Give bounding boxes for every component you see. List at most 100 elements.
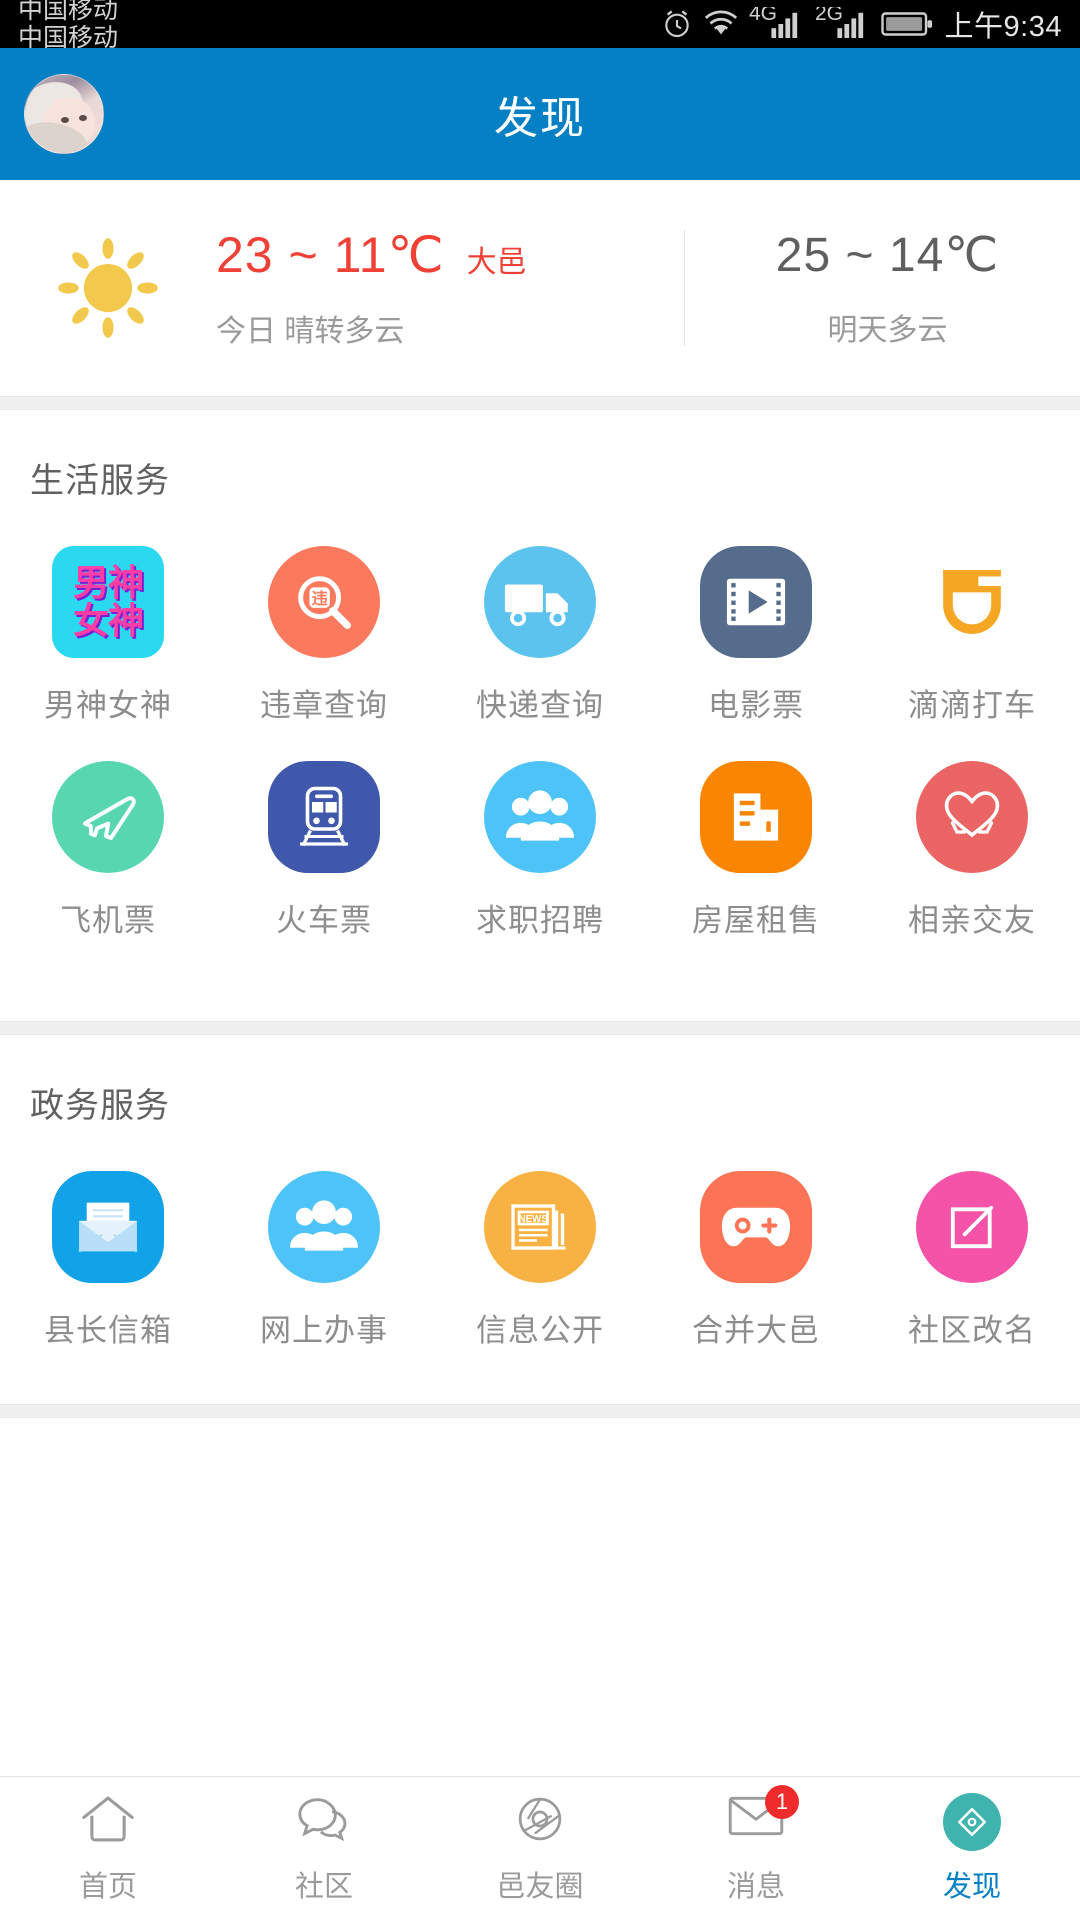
svg-text:4G: 4G (749, 7, 777, 25)
service-item-house-rental[interactable]: 房屋租售 (648, 735, 864, 950)
chat-bubbles-icon (295, 1793, 353, 1851)
service-item-community-rename[interactable]: 社区改名 (864, 1145, 1080, 1360)
svg-text:2G: 2G (815, 7, 843, 25)
newspaper-icon: NEWS (484, 1171, 596, 1283)
service-item-delivery-search[interactable]: 快递查询 (432, 520, 648, 735)
service-label: 电影票 (708, 688, 804, 723)
message-badge: 1 (765, 1784, 799, 1819)
service-item-online-affairs[interactable]: 网上办事 (216, 1145, 432, 1360)
people-group-icon (268, 1171, 380, 1283)
wifi-icon (704, 10, 737, 35)
weather-today: 23 ~ 11℃ 大邑 今日 晴转多云 (216, 226, 676, 350)
male-female-god-icon: 男神 女神 (52, 546, 164, 658)
avatar[interactable] (24, 74, 104, 154)
bottom-tab-bar: 首页 社区 邑友圈 1 消息 发现 (0, 1776, 1080, 1920)
train-icon (268, 761, 380, 873)
svg-text:NEWS: NEWS (519, 1214, 549, 1225)
service-item-train-ticket[interactable]: 火车票 (216, 735, 432, 950)
status-icons: 4G 2G 上午9:34 (661, 3, 1062, 45)
heart-hands-icon (916, 761, 1028, 873)
service-label: 违章查询 (260, 688, 388, 723)
life-services-grid: 男神 女神 男神女神 违 违章查询 快递查询 电影票 滴滴打车 飞机票 火车票 … (0, 508, 1080, 984)
service-item-violation-search[interactable]: 违 违章查询 (216, 520, 432, 735)
service-label: 滴滴打车 (908, 688, 1036, 723)
tab-home[interactable]: 首页 (0, 1777, 216, 1920)
section-gap-3 (0, 1404, 1080, 1418)
envelope-mail-icon (52, 1171, 164, 1283)
edit-square-icon (916, 1171, 1028, 1283)
mfg-text-bottom: 女神 (72, 600, 144, 641)
section-gap-1 (0, 396, 1080, 410)
compass-diamond-icon (943, 1792, 1001, 1851)
tomorrow-description: 明天多云 (827, 314, 948, 347)
section-gap-2 (0, 1021, 1080, 1035)
tab-label: 发现 (942, 1870, 1001, 1903)
home-icon (79, 1793, 137, 1851)
people-group-icon (484, 761, 596, 873)
sun-icon (0, 233, 216, 343)
service-label: 求职招聘 (476, 903, 604, 938)
violation-search-icon: 违 (268, 546, 380, 658)
alarm-icon (664, 10, 689, 38)
service-item-job-recruitment[interactable]: 求职招聘 (432, 735, 648, 950)
service-item-merge-dayi[interactable]: 合并大邑 (648, 1145, 864, 1360)
delivery-truck-icon (484, 546, 596, 658)
film-strip-icon (700, 546, 812, 658)
section-gov-services: 政务服务 县长信箱 网上办事 NEWS 信息公开 合并大邑 社区改名 (0, 1036, 1080, 1394)
envelope-icon: 1 (727, 1784, 799, 1851)
status-clock: 上午9:34 (944, 11, 1062, 43)
gamepad-icon (700, 1171, 812, 1283)
today-description: 今日 晴转多云 (216, 315, 405, 348)
battery-icon (880, 12, 932, 36)
app-root: 中国移动 中国移动 4G 2G 上午9:34 发现 23 ~ 11℃ 大邑 今日… (0, 0, 1080, 1920)
svg-text:违: 违 (312, 590, 328, 608)
tab-label: 社区 (294, 1870, 353, 1903)
status-bar: 中国移动 中国移动 4G 2G 上午9:34 (0, 0, 1080, 51)
service-label: 相亲交友 (908, 903, 1036, 938)
service-label: 网上办事 (260, 1313, 388, 1348)
service-item-movie-ticket[interactable]: 电影票 (648, 520, 864, 735)
service-item-dating[interactable]: 相亲交友 (864, 735, 1080, 950)
gov-services-grid: 县长信箱 网上办事 NEWS 信息公开 合并大邑 社区改名 (0, 1133, 1080, 1394)
tab-label: 首页 (78, 1870, 137, 1903)
building-icon (700, 761, 812, 873)
weather-city: 大邑 (466, 246, 527, 279)
tab-label: 邑友圈 (496, 1870, 584, 1903)
aperture-icon (511, 1793, 569, 1851)
tab-friends-circle[interactable]: 邑友圈 (432, 1777, 648, 1920)
today-temperature: 23 ~ 11℃ (216, 227, 445, 283)
didi-logo-icon (916, 546, 1028, 658)
carrier-line-2: 中国移动 (18, 23, 119, 52)
tab-messages[interactable]: 1 消息 (648, 1777, 864, 1920)
carrier-labels: 中国移动 中国移动 (18, 0, 118, 51)
airplane-icon (52, 761, 164, 873)
service-label: 火车票 (276, 903, 372, 938)
page-title: 发现 (494, 94, 586, 143)
service-item-flight-ticket[interactable]: 飞机票 (0, 735, 216, 950)
tomorrow-temperature: 25 ~ 14℃ (775, 229, 1000, 282)
section-title-life: 生活服务 (30, 462, 170, 500)
service-item-didi-taxi[interactable]: 滴滴打车 (864, 520, 1080, 735)
signal-2g-icon: 2G (815, 7, 863, 39)
service-label: 男神女神 (44, 688, 172, 723)
carrier-line-1: 中国移动 (18, 0, 119, 24)
weather-tomorrow: 25 ~ 14℃ 明天多云 (685, 227, 1080, 349)
tab-label: 消息 (726, 1870, 785, 1903)
service-label: 快递查询 (476, 688, 604, 723)
tab-community[interactable]: 社区 (216, 1777, 432, 1920)
mfg-text-top: 男神 (72, 562, 144, 604)
service-label: 县长信箱 (44, 1313, 172, 1348)
service-label: 房屋租售 (692, 903, 820, 938)
service-item-info-disclosure[interactable]: NEWS 信息公开 (432, 1145, 648, 1360)
service-label: 飞机票 (60, 903, 156, 938)
section-title-gov: 政务服务 (30, 1087, 170, 1125)
service-label: 信息公开 (476, 1313, 604, 1348)
signal-4g-icon: 4G (749, 7, 797, 39)
tab-discover[interactable]: 发现 (864, 1777, 1080, 1920)
weather-card[interactable]: 23 ~ 11℃ 大邑 今日 晴转多云 25 ~ 14℃ 明天多云 (0, 180, 1080, 396)
service-item-male-female-god[interactable]: 男神 女神 男神女神 (0, 520, 216, 735)
service-label: 社区改名 (908, 1313, 1036, 1348)
service-item-county-mailbox[interactable]: 县长信箱 (0, 1145, 216, 1360)
section-life-services: 生活服务 男神 女神 男神女神 违 违章查询 快递查询 电影票 滴滴打车 飞机票… (0, 411, 1080, 984)
page-header: 发现 (0, 48, 1080, 180)
